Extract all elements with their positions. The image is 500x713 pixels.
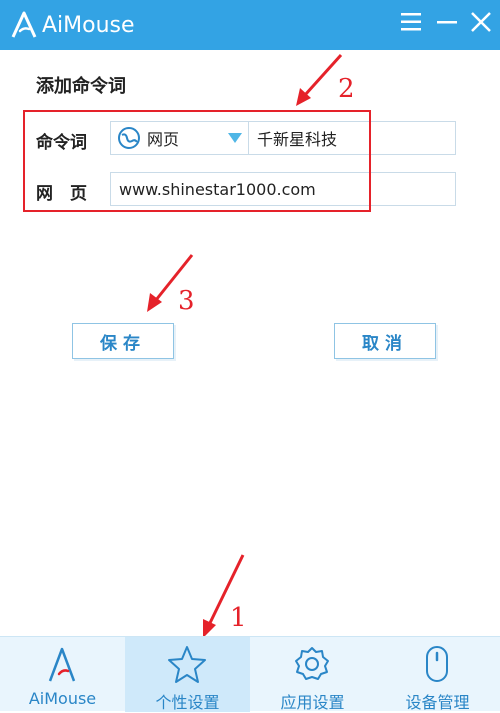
minimize-icon <box>437 21 457 24</box>
section-title: 添加命令词 <box>36 76 126 97</box>
title-bar: AiMouse <box>0 0 500 50</box>
bottom-nav: AiMouse 个性设置 应用设置 设备管理 <box>0 636 500 712</box>
aimouse-logo-icon <box>11 11 37 38</box>
tab-aimouse[interactable]: AiMouse <box>0 637 125 712</box>
aimouse-logo-icon <box>48 647 76 682</box>
cancel-button[interactable]: 取消 <box>334 323 436 359</box>
tab-label: 应用设置 <box>280 693 345 712</box>
annotation-number-3: 3 <box>178 286 195 316</box>
tab-personal-settings[interactable]: 个性设置 <box>125 637 250 712</box>
minimize-button[interactable] <box>434 9 460 35</box>
close-icon <box>471 12 491 32</box>
highlight-box <box>23 110 371 212</box>
tab-device-management[interactable]: 设备管理 <box>375 637 500 712</box>
annotation-number-1: 1 <box>230 603 247 633</box>
save-button[interactable]: 保存 <box>72 323 174 359</box>
app-title: AiMouse <box>42 12 135 38</box>
tab-label: 设备管理 <box>405 693 470 712</box>
tab-label: 个性设置 <box>155 693 220 712</box>
tab-label: AiMouse <box>28 689 97 708</box>
mouse-icon <box>426 646 448 682</box>
tab-app-settings[interactable]: 应用设置 <box>250 637 375 712</box>
close-button[interactable] <box>468 9 494 35</box>
annotation-number-2: 2 <box>338 74 355 104</box>
star-icon <box>168 646 206 683</box>
app-brand: AiMouse <box>10 10 135 40</box>
arrow-2 <box>296 53 343 106</box>
menu-icon <box>401 13 421 31</box>
menu-button[interactable] <box>398 9 424 35</box>
gear-icon <box>295 647 329 680</box>
